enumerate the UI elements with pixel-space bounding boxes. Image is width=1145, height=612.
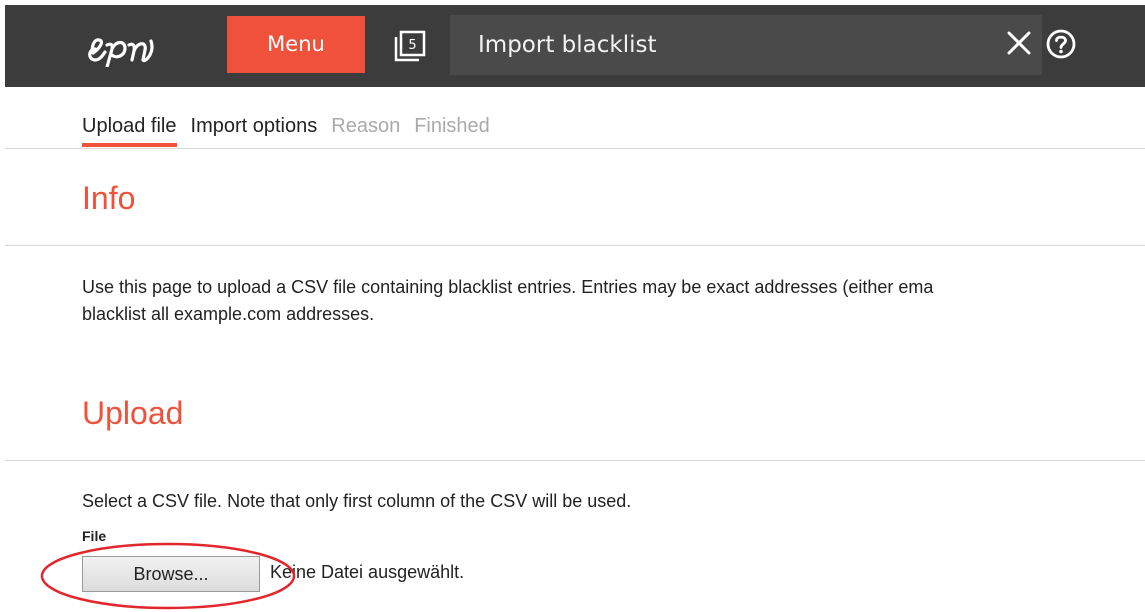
pages-count: 5 [408, 38, 416, 53]
browse-button[interactable]: Browse... [82, 556, 260, 592]
help-icon[interactable] [1045, 28, 1077, 60]
tab-upload-file[interactable]: Upload file [82, 112, 177, 147]
upload-divider [5, 460, 1145, 461]
info-heading: Info [82, 180, 136, 216]
info-divider [5, 245, 1145, 246]
upload-heading: Upload [82, 395, 184, 431]
close-icon[interactable] [1006, 30, 1032, 56]
tabs-divider [5, 148, 1145, 149]
upload-description: Select a CSV file. Note that only first … [82, 491, 632, 511]
tab-finished: Finished [414, 115, 490, 137]
file-field-label: File [82, 528, 107, 544]
file-status-text: Keine Datei ausgewählt. [270, 562, 465, 582]
pages-icon[interactable]: 5 [393, 29, 427, 63]
epi-logo [88, 38, 154, 67]
info-text-line-2: blacklist all example.com addresses. [82, 304, 375, 324]
header: Menu 5 Import blacklist [5, 5, 1145, 87]
tab-import-options[interactable]: Import options [191, 112, 318, 146]
top-bar: Menu 5 Import blacklist [0, 0, 1145, 92]
menu-button[interactable]: Menu [227, 16, 365, 73]
info-text-line-1: Use this page to upload a CSV file conta… [82, 277, 934, 297]
title-box: Import blacklist [450, 15, 1042, 75]
wizard-steps: Upload file Import options Reason Finish… [82, 112, 504, 148]
page-title: Import blacklist [478, 32, 657, 58]
tab-reason: Reason [331, 115, 401, 137]
